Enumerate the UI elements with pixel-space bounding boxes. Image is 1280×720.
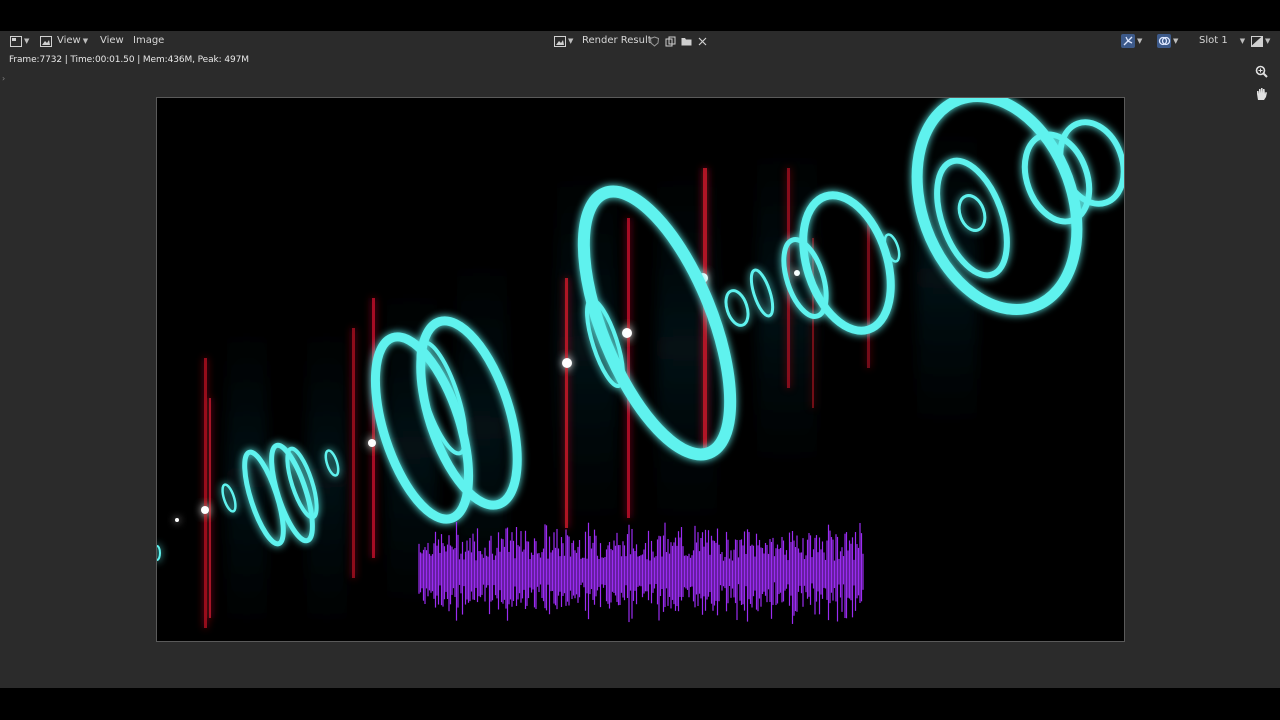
image-browse-icon — [554, 35, 566, 47]
slot-dropdown[interactable]: Slot 1 ▼ — [1199, 31, 1245, 51]
chevron-down-icon: ▼ — [82, 37, 89, 45]
image-editor-icon — [10, 35, 22, 47]
render-result-canvas[interactable] — [156, 97, 1125, 642]
render-image — [157, 98, 1124, 641]
display-channels-dropdown[interactable]: ▼ — [1251, 31, 1270, 51]
menu-image[interactable]: Image — [133, 31, 164, 51]
chevron-down-icon: ▼ — [24, 37, 30, 45]
chevron-down-icon: ▼ — [1265, 37, 1271, 45]
chevron-down-icon: ▼ — [568, 37, 574, 45]
zoom-icon — [1255, 65, 1268, 78]
top-black-band — [0, 0, 1280, 31]
zoom-tool-button[interactable] — [1253, 63, 1269, 79]
view-mode-text: View — [57, 35, 81, 46]
folder-icon[interactable] — [681, 36, 692, 47]
chevron-down-icon: ▼ — [1239, 37, 1246, 45]
editor-header: ▼ View ▼ View Image ▼ Render Result ▼ ▼ … — [0, 31, 1280, 51]
overlay-toggle[interactable]: ▼ — [1157, 31, 1178, 51]
duplicate-icon[interactable] — [665, 36, 676, 47]
image-datablock-buttons — [649, 31, 713, 51]
chevron-down-icon: ▼ — [1137, 37, 1143, 45]
image-name-field[interactable]: Render Result — [582, 31, 652, 51]
image-editor: ▼ View ▼ View Image ▼ Render Result ▼ ▼ … — [0, 31, 1280, 688]
channels-icon — [1251, 35, 1263, 47]
gizmo-toggle[interactable]: ▼ — [1121, 31, 1142, 51]
chevron-down-icon: ▼ — [1173, 37, 1179, 45]
gizmo-icon — [1121, 34, 1135, 48]
pan-tool-button[interactable] — [1253, 86, 1269, 102]
image-browse-button[interactable]: ▼ — [554, 31, 573, 51]
bottom-black-band — [0, 688, 1280, 720]
overlay-icon — [1157, 34, 1171, 48]
view-mode-label[interactable]: View ▼ — [57, 31, 88, 51]
slot-label: Slot 1 — [1199, 35, 1228, 46]
image-mode-icon — [40, 35, 52, 47]
close-icon[interactable] — [697, 36, 708, 47]
view-mode-dropdown[interactable] — [40, 31, 52, 51]
menu-view[interactable]: View — [100, 31, 124, 51]
shield-icon[interactable] — [649, 35, 660, 47]
editor-type-button[interactable]: ▼ — [10, 31, 29, 51]
hand-icon — [1256, 88, 1267, 100]
render-info-bar: Frame:7732 | Time:00:01.50 | Mem:436M, P… — [9, 55, 249, 65]
sidebar-expand-arrow[interactable]: › — [2, 74, 5, 83]
